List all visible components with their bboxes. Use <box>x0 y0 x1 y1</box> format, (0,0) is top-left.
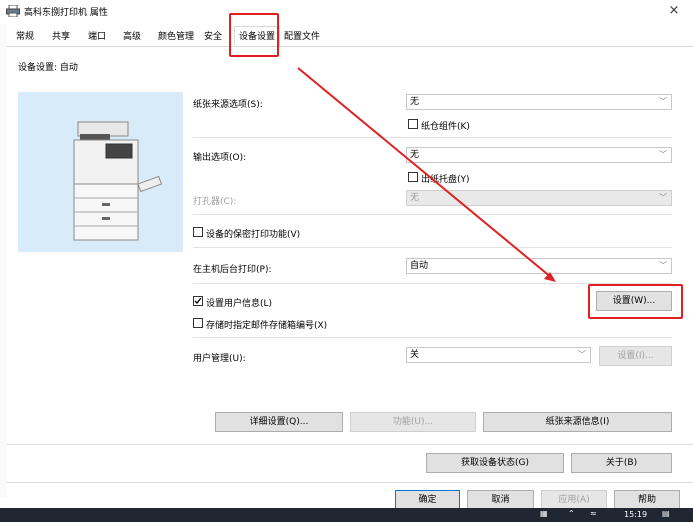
taskbar: ▦ ⌃ ≈ 15:19 ▤ <box>0 508 693 522</box>
wifi-icon[interactable]: ≈ <box>590 509 597 518</box>
grid-icon[interactable]: ▦ <box>540 509 548 518</box>
clock-time[interactable]: 15:19 <box>624 510 647 519</box>
chevron-up-icon[interactable]: ⌃ <box>568 509 575 518</box>
notification-icon[interactable]: ▤ <box>662 509 670 518</box>
annotation-arrow-icon <box>297 67 556 282</box>
